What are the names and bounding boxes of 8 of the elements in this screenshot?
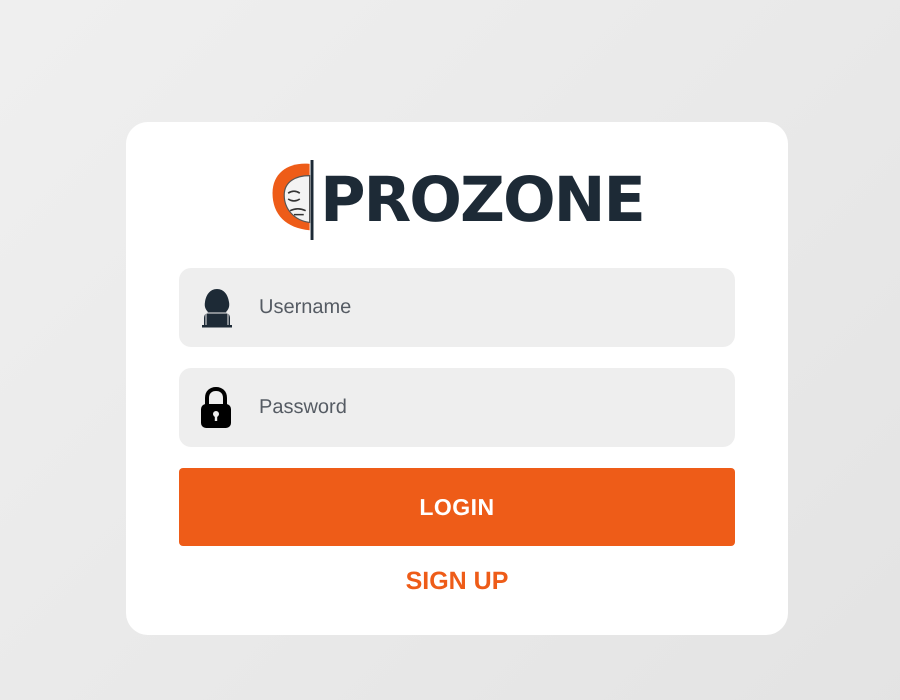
password-field[interactable]: Password bbox=[179, 368, 735, 447]
sign-up-link[interactable]: SIGN UP bbox=[406, 567, 508, 595]
login-button[interactable]: LOGIN bbox=[179, 468, 735, 546]
hooded-mask-icon bbox=[270, 160, 316, 240]
lock-icon bbox=[200, 386, 232, 428]
hooded-figure-icon bbox=[200, 288, 234, 328]
logo-text: PROZONE bbox=[320, 169, 644, 231]
username-field[interactable]: Username bbox=[179, 268, 735, 347]
